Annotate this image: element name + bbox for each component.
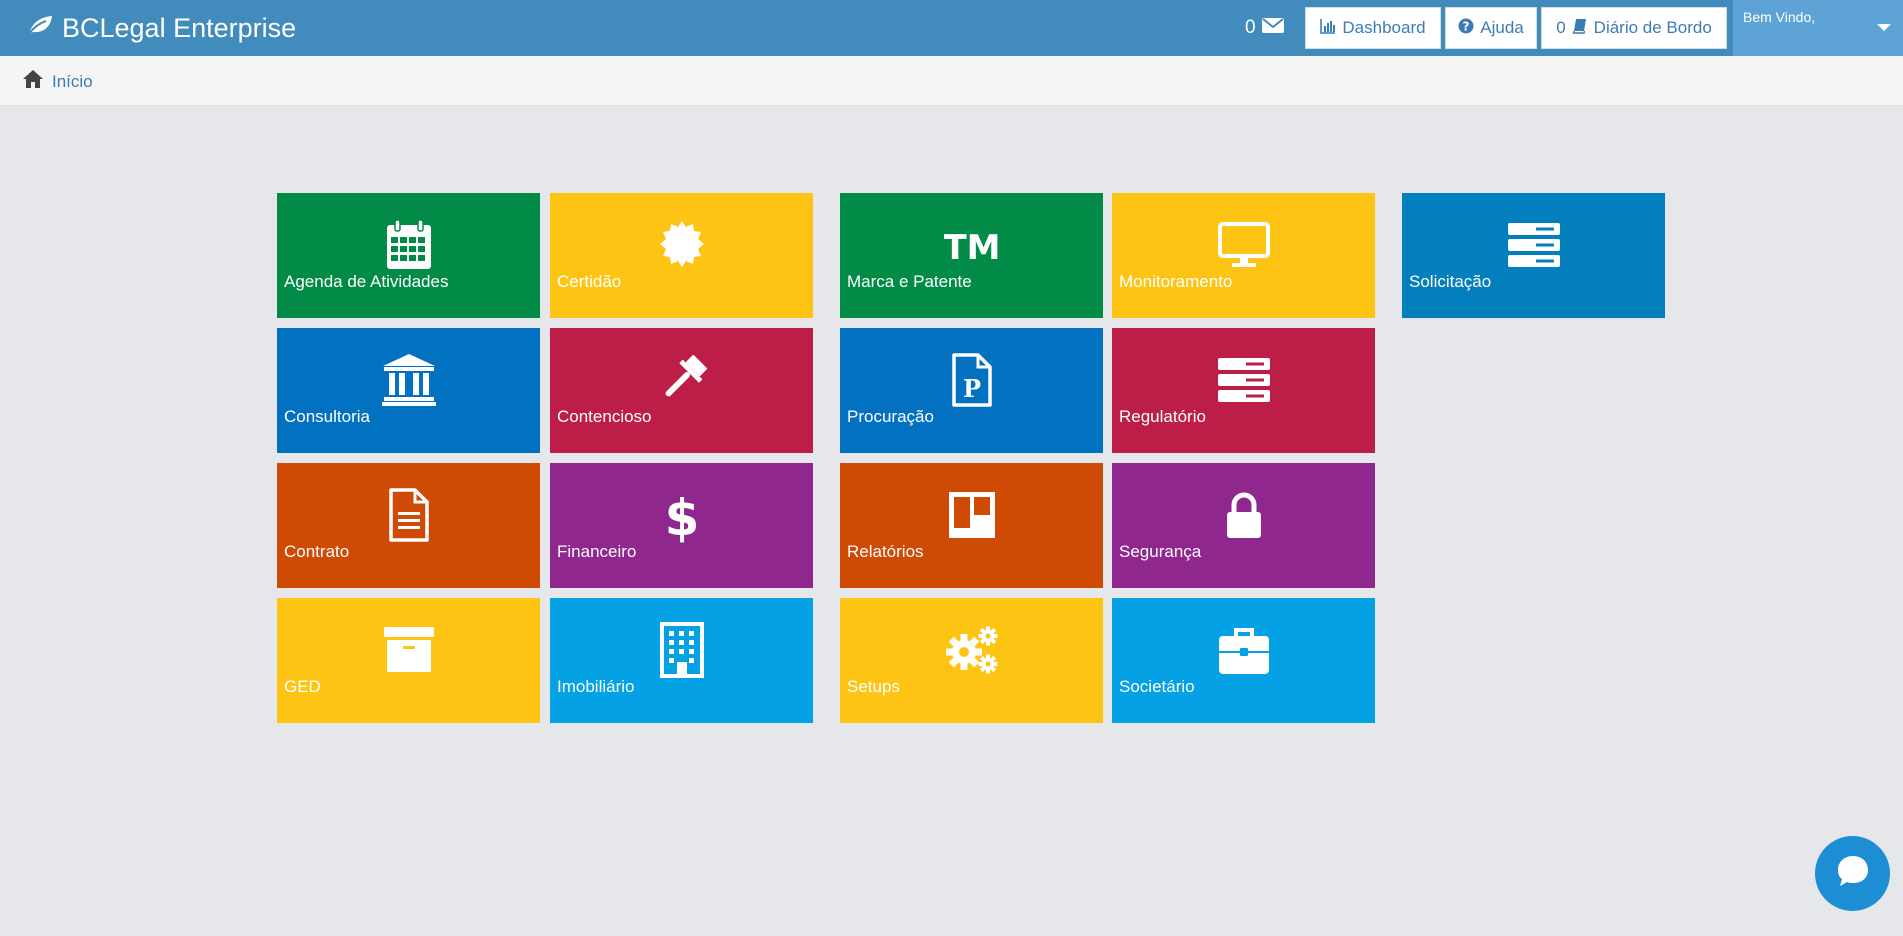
caret-down-icon [1877,24,1891,31]
tile-relatorios[interactable]: Relatórios [840,463,1103,588]
file-text-icon [381,487,437,543]
diary-count: 0 [1556,18,1566,37]
tile-label: Imobiliário [557,677,635,696]
lock-icon [1216,487,1272,543]
tile-label: Financeiro [557,542,637,561]
book-icon [1572,18,1588,39]
board-icon [944,487,1000,543]
top-navbar: BCLegal Enterprise 0 Dashboard ? Ajuda 0… [0,0,1903,56]
tile-label: Setups [847,677,900,696]
tile-regulatorio[interactable]: Regulatório [1112,328,1375,453]
tile-setups[interactable]: Setups [840,598,1103,723]
chat-launcher-button[interactable] [1815,836,1890,911]
document-p-icon: P [944,352,1000,408]
tile-label: Consultoria [284,407,370,426]
breadcrumb: Início [0,56,1903,106]
tile-financeiro[interactable]: $ Financeiro [550,463,813,588]
help-label: Ajuda [1480,18,1524,37]
diary-label: Diário de Bordo [1593,18,1712,37]
tile-certidao[interactable]: Certidão [550,193,813,318]
tile-consultoria[interactable]: Consultoria [277,328,540,453]
welcome-text: Bem Vindo, [1743,9,1816,25]
archive-icon [381,622,437,678]
tile-agenda-de-atividades[interactable]: Agenda de Atividades [277,193,540,318]
leaf-logo-icon [26,13,54,44]
monitor-icon [1216,217,1272,273]
tile-label: Procuração [847,407,934,426]
dashboard-label: Dashboard [1342,18,1426,37]
tile-label: Solicitação [1409,272,1492,291]
building-icon [654,622,710,678]
app-brand[interactable]: BCLegal Enterprise [26,10,296,46]
bar-chart-icon [1320,18,1336,39]
tile-monitoramento[interactable]: Monitoramento [1112,193,1375,318]
svg-text:TM: TM [944,228,1000,268]
tile-label: Monitoramento [1119,272,1233,291]
tile-label: Contencioso [557,407,652,426]
messages-indicator[interactable]: 0 [1245,14,1284,42]
home-icon [22,69,44,94]
chat-bubble-icon [1834,852,1872,895]
tile-label: Agenda de Atividades [284,272,449,291]
bank-icon [381,352,437,408]
diary-button[interactable]: 0 Diário de Bordo [1541,7,1727,49]
tile-imobiliario[interactable]: Imobiliário [550,598,813,723]
tile-contrato[interactable]: Contrato [277,463,540,588]
tile-label: Societário [1119,677,1195,696]
breadcrumb-home-label: Início [52,71,93,91]
dollar-icon: $ [654,487,710,543]
tile-label: Relatórios [847,542,924,561]
svg-text:$: $ [664,489,699,543]
app-title: BCLegal Enterprise [62,12,297,43]
help-button[interactable]: ? Ajuda [1445,7,1537,49]
tile-label: Marca e Patente [847,272,972,291]
server-icon [1506,217,1562,273]
gears-icon [944,622,1000,678]
tile-contencioso[interactable]: Contencioso [550,328,813,453]
gavel-icon [654,352,710,408]
envelope-icon [1261,16,1284,40]
tile-solicitacao[interactable]: Solicitação [1402,193,1665,318]
tile-label: Certidão [557,272,622,291]
user-menu[interactable]: Bem Vindo, [1733,0,1903,56]
calendar-icon [381,217,437,273]
tile-label: Segurança [1119,542,1202,561]
messages-count: 0 [1245,17,1256,38]
svg-text:?: ? [1463,19,1470,33]
tile-societario[interactable]: Societário [1112,598,1375,723]
svg-text:P: P [962,374,980,403]
tile-ged[interactable]: GED [277,598,540,723]
certificate-icon [654,217,710,273]
tile-seguranca[interactable]: Segurança [1112,463,1375,588]
tile-label: Contrato [284,542,350,561]
tile-label: Regulatório [1119,407,1206,426]
tile-procuracao[interactable]: P Procuração [840,328,1103,453]
trademark-icon: TM [944,217,1000,273]
briefcase-icon [1216,622,1272,678]
question-circle-icon: ? [1458,18,1474,39]
tile-marca-e-patente[interactable]: TM Marca e Patente [840,193,1103,318]
tile-label: GED [284,677,321,696]
dashboard-button[interactable]: Dashboard [1305,7,1441,49]
breadcrumb-home[interactable]: Início [22,69,93,94]
server-icon [1216,352,1272,408]
